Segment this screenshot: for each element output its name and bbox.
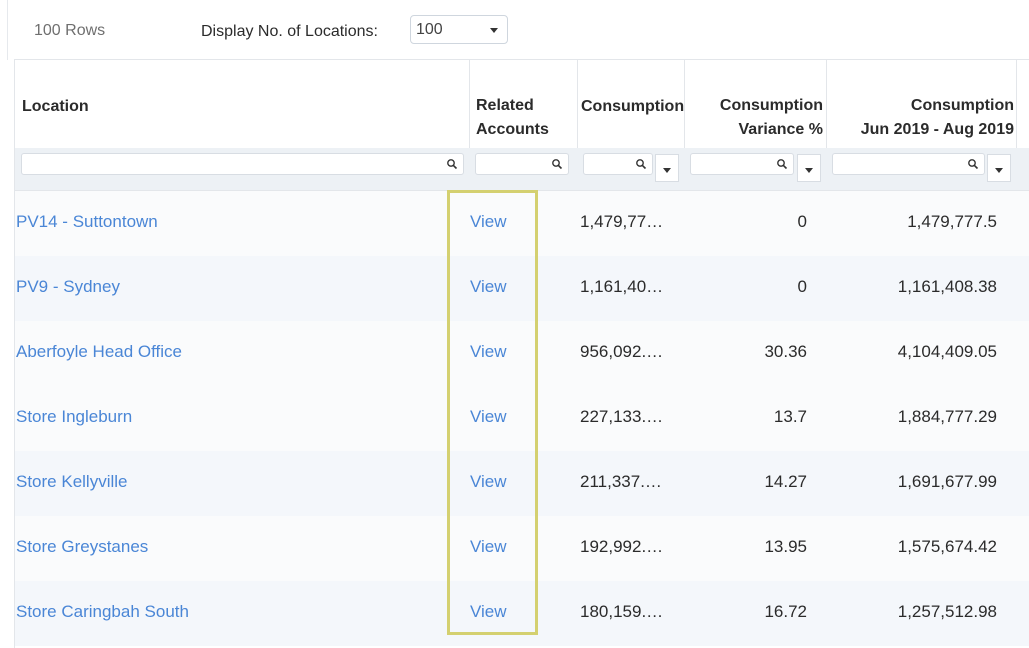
display-count-label: Display No. of Locations: <box>201 23 378 40</box>
variance-value: 13.7 <box>773 407 807 426</box>
table-row: Store Ingleburn View 227,133.… 13.7 1,88… <box>15 386 1029 451</box>
view-related-accounts-link[interactable]: View <box>470 602 507 622</box>
table-row: Store Kellyville View 211,337.… 14.27 1,… <box>15 451 1029 516</box>
column-header-location[interactable]: Location <box>15 60 470 148</box>
chevron-down-icon <box>805 168 813 173</box>
location-link[interactable]: Store Ingleburn <box>16 407 132 427</box>
period-filter-input[interactable] <box>832 153 985 175</box>
variance-value: 14.27 <box>764 472 807 491</box>
period-value: 1,479,777.5 <box>907 212 997 231</box>
search-icon <box>636 159 647 170</box>
period-filter-dropdown[interactable] <box>987 154 1011 182</box>
column-header-consumption[interactable]: Consumption <box>578 60 685 148</box>
search-icon <box>552 159 563 170</box>
period-value: 1,257,512.98 <box>897 602 997 621</box>
variance-value: 0 <box>797 277 807 296</box>
table-row: Aberfoyle Head Office View 956,092.… 30.… <box>15 321 1029 386</box>
location-link[interactable]: Store Caringbah South <box>16 602 189 622</box>
rows-count: 100 Rows <box>34 22 106 39</box>
column-header-label: Location <box>22 98 89 115</box>
location-filter-input[interactable] <box>21 153 464 175</box>
display-count-value: 100 <box>416 21 443 38</box>
toolbar: 100 Rows Display No. of Locations: 100 <box>0 0 1029 60</box>
variance-value: 0 <box>797 212 807 231</box>
view-related-accounts-link[interactable]: View <box>470 342 507 362</box>
column-header-related-accounts[interactable]: Related Accounts <box>470 60 578 148</box>
consumption-value: 227,133.… <box>580 407 664 426</box>
location-link[interactable]: Store Greystanes <box>16 537 148 557</box>
consumption-value: 192,992.… <box>580 537 664 556</box>
consumption-value: 956,092.… <box>580 342 664 361</box>
related-filter-input[interactable] <box>475 153 569 175</box>
search-icon <box>447 159 458 170</box>
consumption-filter-dropdown[interactable] <box>655 154 679 182</box>
variance-value: 16.72 <box>764 602 807 621</box>
consumption-filter-input[interactable] <box>583 153 653 175</box>
search-icon <box>968 159 979 170</box>
column-header-consumption-variance[interactable]: Consumption Variance % <box>685 60 827 148</box>
column-header-overflow <box>1017 60 1029 148</box>
column-header-label: Consumption Jun 2019 - Aug 2019 <box>860 97 1014 138</box>
consumption-value: 180,159.… <box>580 602 664 621</box>
variance-value: 30.36 <box>764 342 807 361</box>
display-count-select[interactable]: 100 <box>410 15 508 44</box>
divider <box>7 0 8 60</box>
variance-filter-dropdown[interactable] <box>797 154 821 182</box>
search-icon <box>777 159 788 170</box>
column-header-label: Related Accounts <box>476 97 549 138</box>
column-header-consumption-period[interactable]: Consumption Jun 2019 - Aug 2019 <box>827 60 1017 148</box>
view-related-accounts-link[interactable]: View <box>470 212 507 232</box>
period-value: 1,161,408.38 <box>897 277 997 296</box>
consumption-value: 211,337.… <box>580 472 662 491</box>
consumption-value: 1,479,77… <box>580 212 664 231</box>
chevron-down-icon <box>995 168 1003 173</box>
chevron-down-icon <box>490 28 498 33</box>
consumption-value: 1,161,40… <box>580 277 664 296</box>
period-value: 4,104,409.05 <box>897 342 997 361</box>
table-row: PV9 - Sydney View 1,161,40… 0 1,161,408.… <box>15 256 1029 321</box>
variance-filter-input[interactable] <box>690 153 794 175</box>
chevron-down-icon <box>663 168 671 173</box>
column-header-label: Consumption Variance % <box>719 97 823 138</box>
filter-row <box>15 148 1029 191</box>
view-related-accounts-link[interactable]: View <box>470 472 507 492</box>
location-link[interactable]: PV9 - Sydney <box>16 277 120 297</box>
period-value: 1,884,777.29 <box>897 407 997 426</box>
view-related-accounts-link[interactable]: View <box>470 407 507 427</box>
period-value: 1,575,674.42 <box>897 537 997 556</box>
view-related-accounts-link[interactable]: View <box>470 277 507 297</box>
table-row: Store Caringbah South View 180,159.… 16.… <box>15 581 1029 646</box>
locations-table: Location Related Accounts Consumption Con… <box>14 59 1029 648</box>
location-link[interactable]: PV14 - Suttontown <box>16 212 158 232</box>
column-header-label: Consumption <box>581 98 685 115</box>
location-link[interactable]: Aberfoyle Head Office <box>16 342 182 362</box>
table-row: PV14 - Suttontown View 1,479,77… 0 1,479… <box>15 191 1029 256</box>
period-value: 1,691,677.99 <box>897 472 997 491</box>
variance-value: 13.95 <box>764 537 807 556</box>
view-related-accounts-link[interactable]: View <box>470 537 507 557</box>
location-link[interactable]: Store Kellyville <box>16 472 128 492</box>
table-row: Store Greystanes View 192,992.… 13.95 1,… <box>15 516 1029 581</box>
